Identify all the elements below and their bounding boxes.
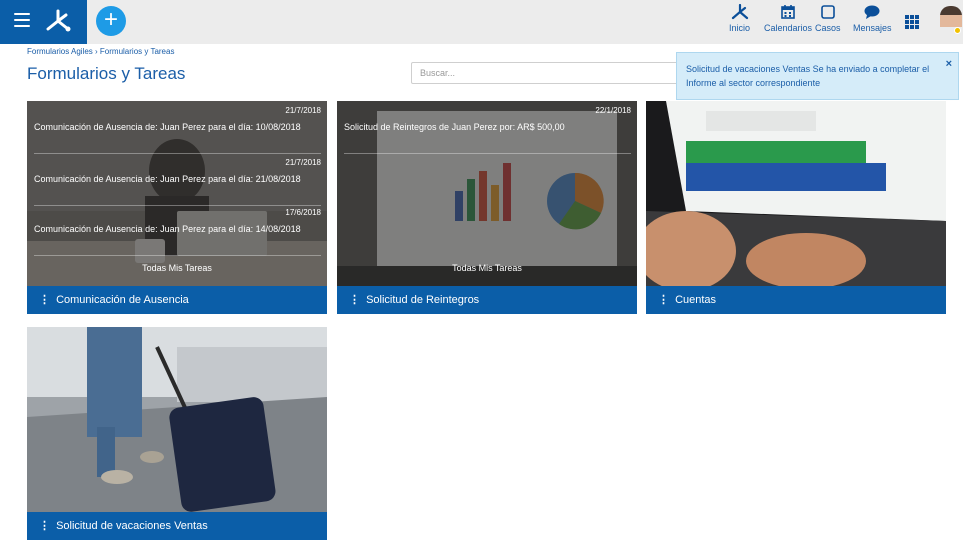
card-footer[interactable]: ⋮ Comunicación de Ausencia bbox=[27, 286, 327, 314]
all-tasks-link[interactable]: Todas Mis Tareas bbox=[337, 263, 637, 273]
nav-mensajes[interactable]: Mensajes bbox=[853, 4, 892, 33]
divider bbox=[34, 205, 321, 206]
task-text: Comunicación de Ausencia de: Juan Perez … bbox=[34, 122, 301, 132]
card-comunicacion-ausencia[interactable]: 21/7/2018 Comunicación de Ausencia de: J… bbox=[27, 101, 327, 314]
notification-toast: Solicitud de vacaciones Ventas Se ha env… bbox=[676, 52, 959, 100]
nav-calendarios[interactable]: Calendarios bbox=[764, 4, 812, 33]
search-input[interactable]: Buscar... bbox=[411, 62, 681, 84]
apps-grid-icon[interactable] bbox=[905, 15, 919, 29]
nav-calendarios-label: Calendarios bbox=[764, 23, 813, 33]
card-image: 22/1/2018 Solicitud de Reintegros de Jua… bbox=[337, 101, 637, 286]
traveler-luggage-image bbox=[27, 327, 327, 512]
casos-icon bbox=[820, 5, 835, 19]
kebab-menu-icon[interactable]: ⋮ bbox=[658, 286, 672, 314]
task-text: Comunicación de Ausencia de: Juan Perez … bbox=[34, 224, 301, 234]
divider bbox=[34, 255, 321, 256]
page-title: Formularios y Tareas bbox=[27, 64, 186, 83]
kebab-menu-icon[interactable]: ⋮ bbox=[39, 512, 53, 540]
task-text: Comunicación de Ausencia de: Juan Perez … bbox=[34, 174, 301, 184]
logo-icon[interactable] bbox=[44, 8, 72, 34]
task-date: 22/1/2018 bbox=[595, 106, 631, 115]
brand-area bbox=[0, 0, 87, 44]
status-dot bbox=[954, 27, 961, 34]
card-image bbox=[646, 101, 946, 286]
avatar[interactable] bbox=[940, 6, 962, 36]
top-bar: + Inicio Calendarios Casos Mensajes bbox=[0, 0, 963, 44]
task-text: Solicitud de Reintegros de Juan Perez po… bbox=[344, 122, 565, 132]
card-footer[interactable]: ⋮ Cuentas bbox=[646, 286, 946, 314]
card-image: 21/7/2018 Comunicación de Ausencia de: J… bbox=[27, 101, 327, 286]
breadcrumb[interactable]: Formularios Agiles › Formularios y Tarea… bbox=[27, 47, 174, 56]
divider bbox=[34, 153, 321, 154]
card-solicitud-reintegros[interactable]: 22/1/2018 Solicitud de Reintegros de Jua… bbox=[337, 101, 637, 314]
laptop-typing-image bbox=[646, 101, 946, 286]
task-date: 17/6/2018 bbox=[285, 208, 321, 217]
card-footer[interactable]: ⋮ Solicitud de vacaciones Ventas bbox=[27, 512, 327, 540]
close-icon[interactable]: × bbox=[946, 57, 952, 71]
card-cuentas[interactable]: ⋮ Cuentas bbox=[646, 101, 946, 314]
all-tasks-link[interactable]: Todas Mis Tareas bbox=[27, 263, 327, 273]
nav-mensajes-label: Mensajes bbox=[853, 23, 892, 33]
chat-icon bbox=[864, 5, 880, 19]
menu-icon[interactable] bbox=[14, 13, 30, 27]
nav-inicio[interactable]: Inicio bbox=[729, 4, 750, 33]
card-title: Comunicación de Ausencia bbox=[56, 294, 189, 306]
card-title: Cuentas bbox=[675, 294, 717, 306]
task-date: 21/7/2018 bbox=[285, 158, 321, 167]
inicio-icon bbox=[731, 4, 748, 20]
nav-inicio-label: Inicio bbox=[729, 23, 751, 33]
card-title: Solicitud de Reintegros bbox=[366, 294, 480, 306]
task-date: 21/7/2018 bbox=[285, 106, 321, 115]
kebab-menu-icon[interactable]: ⋮ bbox=[39, 286, 53, 314]
card-title: Solicitud de vacaciones Ventas bbox=[56, 520, 208, 532]
nav-casos[interactable]: Casos bbox=[815, 4, 841, 33]
kebab-menu-icon[interactable]: ⋮ bbox=[349, 286, 363, 314]
card-footer[interactable]: ⋮ Solicitud de Reintegros bbox=[337, 286, 637, 314]
card-solicitud-vacaciones[interactable]: ⋮ Solicitud de vacaciones Ventas bbox=[27, 327, 327, 540]
card-image bbox=[27, 327, 327, 512]
add-button[interactable]: + bbox=[96, 6, 126, 36]
divider bbox=[344, 153, 631, 154]
nav-casos-label: Casos bbox=[815, 23, 841, 33]
toast-message: Solicitud de vacaciones Ventas Se ha env… bbox=[686, 64, 930, 88]
calendar-icon bbox=[781, 5, 795, 19]
